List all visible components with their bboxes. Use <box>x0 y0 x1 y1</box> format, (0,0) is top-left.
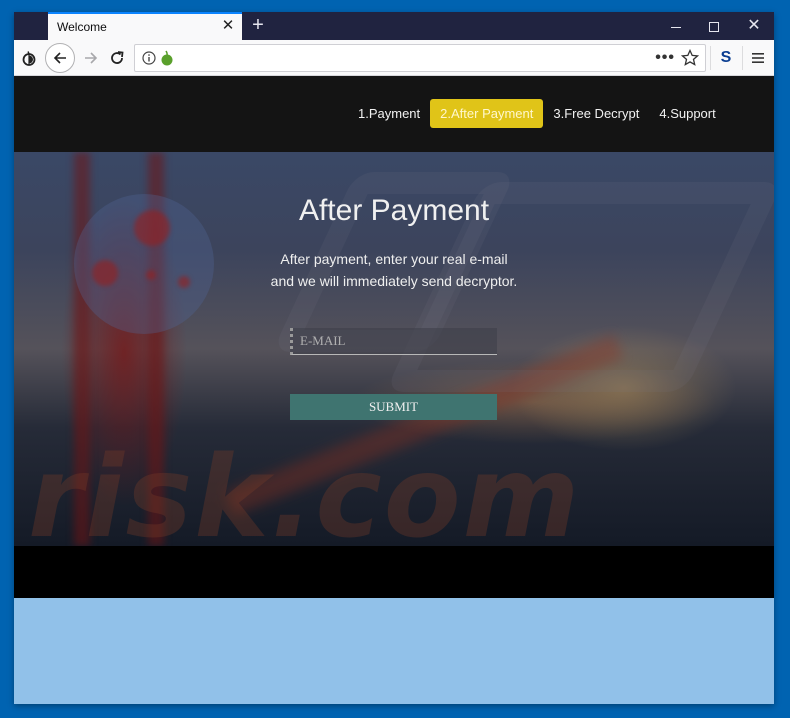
maximize-icon <box>709 22 719 33</box>
minimize-button[interactable] <box>656 12 696 40</box>
site-header: 1.Payment 2.After Payment 3.Free Decrypt… <box>14 76 774 152</box>
onion-site-icon <box>161 50 173 66</box>
watermark-text: risk.com <box>28 433 582 546</box>
address-bar[interactable]: ••• <box>134 44 706 72</box>
description-line-2: and we will immediately send decryptor. <box>270 273 518 289</box>
toolbar-divider <box>710 46 711 70</box>
browser-window: Welcome ✕ + ✕ ••• S 1.Payment 2.After Pa… <box>14 12 774 704</box>
description-line-1: After payment, enter your real e-mail <box>280 251 508 267</box>
page-title: After Payment <box>298 194 490 227</box>
step-free-decrypt[interactable]: 3.Free Decrypt <box>543 99 649 128</box>
tab-welcome[interactable]: Welcome ✕ <box>48 12 242 40</box>
back-button[interactable] <box>45 43 75 73</box>
tor-onion-icon[interactable] <box>16 45 42 71</box>
email-input[interactable] <box>290 328 497 355</box>
new-tab-button[interactable]: + <box>248 14 268 36</box>
hero-section: risk.com After Payment After payment, en… <box>14 152 774 546</box>
tab-close-icon[interactable]: ✕ <box>220 17 236 35</box>
arrow-left-icon <box>53 52 66 64</box>
toolbar-divider <box>742 46 743 70</box>
hamburger-menu-icon[interactable] <box>747 47 769 69</box>
bookmark-star-icon[interactable] <box>681 49 699 67</box>
step-support[interactable]: 4.Support <box>649 99 725 128</box>
extension-s-icon[interactable]: S <box>714 47 738 69</box>
window-close-button[interactable]: ✕ <box>734 12 774 40</box>
page-footer <box>14 546 774 598</box>
tab-strip: Welcome ✕ + ✕ <box>14 12 774 40</box>
minimize-icon <box>671 26 681 28</box>
step-navigation: 1.Payment 2.After Payment 3.Free Decrypt… <box>348 99 726 128</box>
navigation-toolbar: ••• S <box>14 40 774 76</box>
arrow-right-icon <box>85 52 98 64</box>
submit-button[interactable]: SUBMIT <box>290 394 497 420</box>
reload-button[interactable] <box>104 45 130 71</box>
step-payment[interactable]: 1.Payment <box>348 99 430 128</box>
page-actions-icon[interactable]: ••• <box>655 49 675 67</box>
page-description: After payment, enter your real e-mail an… <box>14 248 774 292</box>
maximize-button[interactable] <box>694 12 734 40</box>
reload-icon <box>111 51 124 64</box>
tab-strip-lead <box>14 12 48 40</box>
tab-title: Welcome <box>57 20 107 34</box>
step-after-payment[interactable]: 2.After Payment <box>430 99 544 128</box>
info-icon[interactable] <box>142 51 156 65</box>
page-content: 1.Payment 2.After Payment 3.Free Decrypt… <box>14 76 774 598</box>
forward-button[interactable] <box>78 45 104 71</box>
